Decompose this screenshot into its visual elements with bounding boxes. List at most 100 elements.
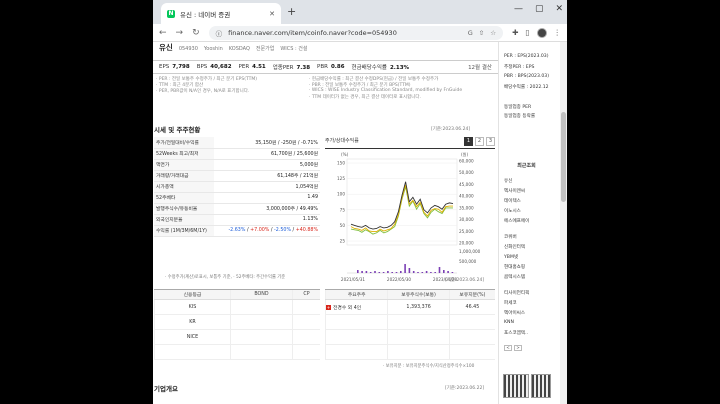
metric-item: PER 4.51	[239, 64, 266, 70]
volume-bar	[412, 271, 415, 273]
scrollbar[interactable]	[560, 42, 567, 404]
metric-item: BPS 40,682	[197, 64, 232, 70]
volume-bar	[417, 272, 419, 273]
credit-row: KIS	[154, 299, 320, 315]
close-window-button[interactable]: ✕	[555, 4, 563, 14]
market-row-value: 5,000원	[214, 159, 320, 171]
address-bar[interactable]: ⓘ finance.naver.com/item/coinfo.naver?co…	[208, 25, 504, 40]
google-icon[interactable]: G	[468, 29, 473, 37]
credit-empty-cell	[229, 344, 293, 360]
sidebar-recent-item[interactable]: 테이텍스	[504, 198, 521, 204]
site-info-icon[interactable]: ⓘ	[216, 28, 223, 38]
chart-tab-2[interactable]: 2	[475, 137, 484, 146]
market-row: 외국인지분율 1.13%	[154, 214, 320, 226]
sidebar-recent-item[interactable]: 에스에프에이	[504, 218, 529, 224]
sidebar-recent-item[interactable]: 이노시스	[504, 208, 521, 214]
volume-bar	[391, 272, 393, 273]
market-row: 52Weeks 최고/최저 61,700원 / 25,600원	[154, 148, 320, 160]
market-row-label: 52Weeks 최고/최저	[154, 148, 214, 160]
market-remark: · 수정주가(계산)로표시, 보통주 기준, · 52주베타: 주간수익률 기준	[165, 275, 286, 280]
volume-bar	[395, 272, 398, 273]
market-section-date: [기준:2023.06.24]	[431, 127, 471, 132]
company-en-name: Yooshin	[203, 46, 223, 52]
extensions-icon[interactable]: ✚	[512, 28, 518, 37]
browser-tab[interactable]: N 유신 : 네이버 증권 ✕	[161, 3, 281, 24]
metric-item: EPS 7,798	[159, 64, 190, 70]
x-tick: 2021/05/31	[341, 277, 365, 282]
y-right-tick: 50,000	[459, 170, 474, 175]
market-row-label: 52주베타	[154, 192, 214, 204]
market-row-value: 61,148주 / 21억원	[214, 170, 320, 182]
sidebar-recent3-item[interactable]: 포스코엠텍..	[504, 330, 528, 336]
market-row: 액면가 5,000원	[154, 159, 320, 171]
sidebar-recent3-item[interactable]: 엑아이씨스	[504, 310, 525, 316]
metric-item: 업종PER 7.38	[273, 63, 310, 71]
chart-header: 주가/상대수익률 123	[325, 137, 495, 147]
y-right-tick: 25,000	[459, 229, 474, 234]
sidebar-mid_items-item[interactable]: 동일업종 등락률	[504, 113, 535, 119]
browser-window: N 유신 : 네이버 증권 ✕ + — ▢ ✕ ← → ↻ ⓘ finance.…	[153, 0, 567, 404]
back-icon[interactable]: ←	[159, 28, 167, 38]
return-value: +40.88%	[295, 228, 318, 233]
holders-empty-cell	[324, 344, 388, 360]
market-row-label: 시가총액	[154, 181, 214, 193]
series-yooshin-price	[350, 181, 454, 230]
ad-banner[interactable]	[503, 374, 529, 398]
forward-icon[interactable]: →	[176, 28, 184, 38]
holders-remark: · 보유지분 : 보유지분주식수/지식산정주식수×100	[383, 364, 475, 369]
bookmark-star-icon[interactable]: ☆	[490, 29, 496, 37]
metric-value: 4.51	[252, 64, 266, 70]
return-value: -2.63%	[228, 228, 246, 233]
holder-name-cell: + 전경수 외 4인	[324, 299, 388, 315]
menu-icon[interactable]: ⋮	[554, 28, 562, 37]
holders-table: 주요주주 보유주식수(보통) 보유지분(%) + 전경수 외 4인 1,393,376 46…	[324, 289, 495, 360]
volume-bar	[438, 267, 441, 273]
chart-tab-1[interactable]: 1	[464, 137, 473, 146]
credit-row: KR	[154, 314, 320, 330]
plus-icon[interactable]: +	[326, 304, 331, 310]
market-row: 수익률 (1M/3M/6M/1Y) -2.63% / +7.00% / -2.50…	[154, 225, 320, 237]
market-row-value: 1,054억원	[214, 181, 320, 193]
sidebar-recent3-item[interactable]: 티사이언티픽	[504, 290, 529, 296]
share-icon[interactable]: ⇧	[479, 29, 484, 37]
metric-item: 현금배당수익률 2.13%	[352, 63, 410, 71]
y-left-tick: 125	[337, 176, 345, 181]
close-tab-icon[interactable]: ✕	[269, 10, 275, 18]
holders-empty-cell	[387, 314, 450, 330]
credit-row: NICE	[154, 329, 320, 345]
sidebar-top_items-item: PER : EPS(2023.03)	[504, 54, 549, 59]
sidebar-recent2-item[interactable]: YBM넷	[504, 254, 518, 260]
holder-name[interactable]: 전경수 외 4인	[333, 306, 361, 311]
y-right-tick: 30,000	[459, 217, 474, 222]
ad-banner-2[interactable]	[531, 374, 551, 398]
credit-header: CP	[292, 289, 320, 300]
sidebar-recent3-item[interactable]: KNN	[504, 320, 514, 325]
scrollbar-thumb[interactable]	[561, 112, 566, 202]
sidebar-recent2-item[interactable]: 코위버	[504, 234, 517, 240]
side-panel-icon[interactable]: ▯	[525, 28, 529, 37]
chart-tab-3[interactable]: 3	[486, 137, 495, 146]
new-tab-button[interactable]: +	[287, 5, 296, 18]
sidebar-recent3-item[interactable]: 파세코	[504, 300, 517, 306]
sidebar-recent2-item[interactable]: 콤텍시스템	[504, 274, 525, 280]
y-right-tick: 20,000	[459, 241, 474, 246]
reload-icon[interactable]: ↻	[192, 28, 200, 38]
sidebar-recent-item[interactable]: 유신	[504, 178, 512, 184]
market-row-value: -2.63% / +7.00% / -2.50% / +40.88%	[214, 225, 320, 237]
sidebar-recent-item[interactable]: 엑사이엔씨	[504, 188, 525, 194]
restore-button[interactable]: ▢	[535, 4, 544, 14]
sidebar-recent2-item[interactable]: 신화인터텍	[504, 244, 525, 250]
minimize-button[interactable]: —	[514, 4, 523, 14]
next-page-button[interactable]: >	[514, 345, 522, 351]
sidebar-mid_items-item[interactable]: 동일업종 PER	[504, 104, 531, 110]
volume-bar	[408, 268, 411, 273]
sidebar-recent2-item[interactable]: 현대홈쇼핑	[504, 264, 525, 270]
credit-cp	[292, 314, 320, 330]
holders-empty-row	[324, 314, 495, 330]
credit-empty-row	[154, 344, 320, 360]
profile-avatar[interactable]	[536, 27, 547, 38]
toolbar-right: ✚ ▯ ⋮	[512, 27, 562, 38]
prev-page-button[interactable]: <	[504, 345, 512, 351]
stock-code: 054930	[178, 46, 198, 52]
chart-date: [기준:2023.06.24]	[445, 278, 485, 283]
